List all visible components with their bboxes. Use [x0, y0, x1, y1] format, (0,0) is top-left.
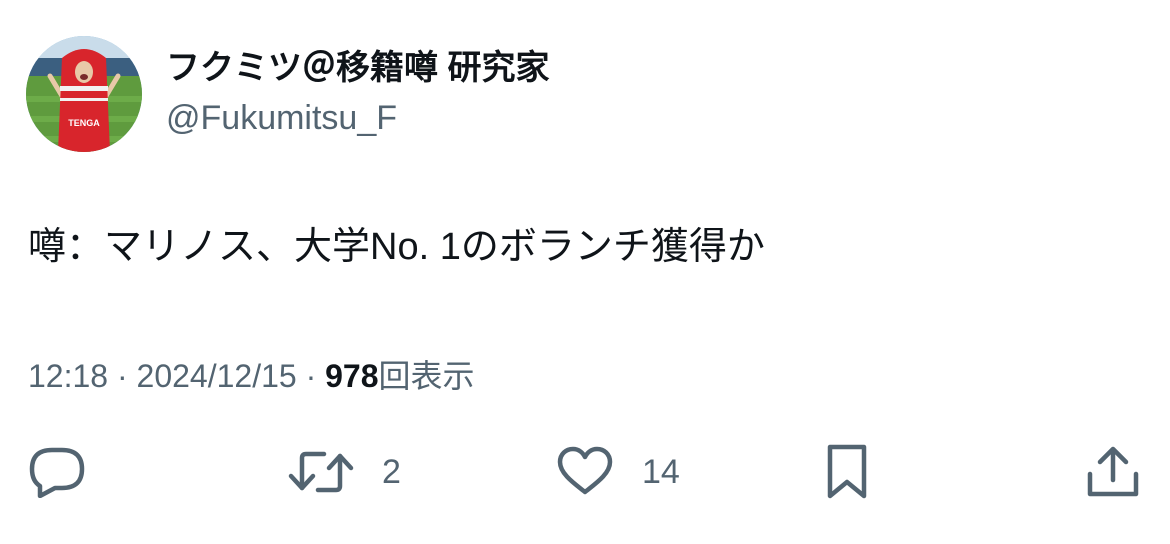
bookmark-button[interactable] — [822, 444, 872, 500]
retweet-icon — [288, 451, 354, 493]
reply-button[interactable] — [28, 444, 86, 500]
reply-icon — [29, 447, 85, 498]
retweet-count: 2 — [382, 453, 401, 491]
tweet-text: 噂：マリノス、大学No. 1のボランチ獲得か — [28, 226, 765, 268]
share-button[interactable] — [1084, 444, 1142, 500]
heart-icon — [557, 446, 613, 495]
retweet-button[interactable]: 2 — [288, 444, 401, 500]
views-count: 978 — [325, 358, 379, 394]
tweet-meta: 12:18 · 2024/12/15 · 978回表示 — [28, 354, 475, 398]
meta-separator: · — [108, 358, 137, 394]
avatar-image: TENGA — [26, 36, 142, 152]
display-name[interactable]: フクミツ＠移籍噂 研究家 — [166, 46, 549, 90]
bookmark-icon — [827, 444, 867, 499]
tweet-date[interactable]: 2024/12/15 — [137, 358, 297, 394]
like-count: 14 — [642, 453, 680, 491]
tweet-time[interactable]: 12:18 — [28, 358, 108, 394]
views-label: 回表示 — [378, 358, 475, 394]
meta-separator: · — [296, 358, 326, 394]
like-button[interactable]: 14 — [556, 444, 680, 500]
avatar-logo-text: TENGA — [68, 118, 100, 128]
user-handle[interactable]: @Fukumitsu_F — [166, 96, 397, 140]
share-icon — [1087, 446, 1139, 497]
avatar[interactable]: TENGA — [26, 36, 142, 152]
